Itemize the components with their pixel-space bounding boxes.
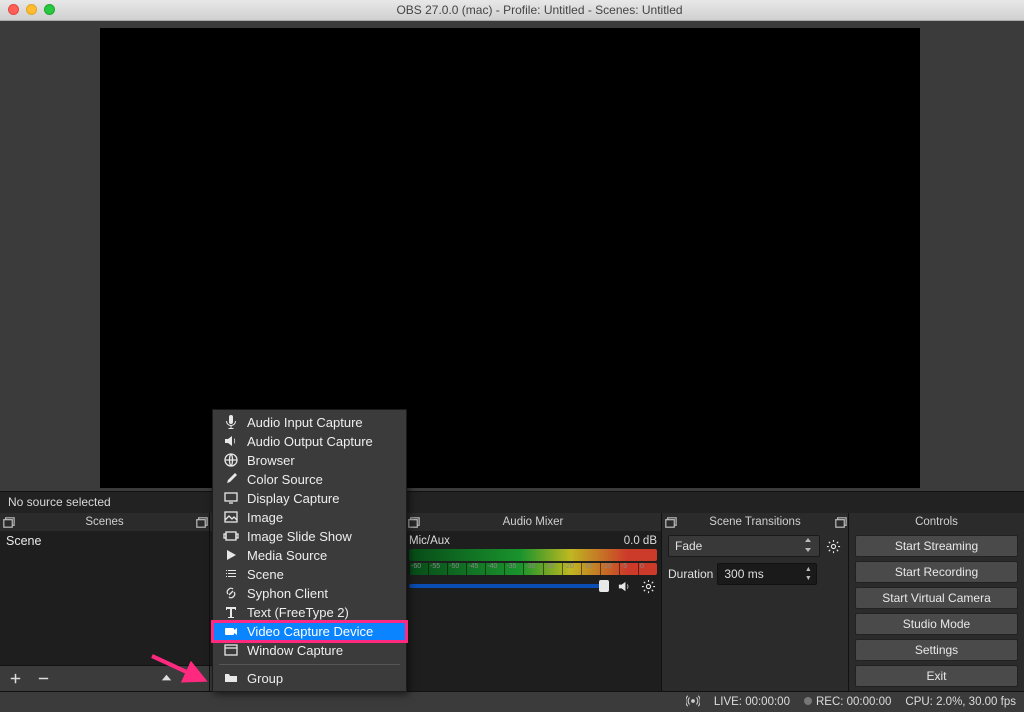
menu-item-label: Video Capture Device <box>247 624 373 639</box>
slideshow-icon <box>223 528 239 544</box>
dock-title: Controls <box>915 516 958 528</box>
add-source-context-menu: Audio Input Capture Audio Output Capture… <box>212 409 407 692</box>
minimize-window-button[interactable] <box>26 4 37 15</box>
menu-item-image[interactable]: Image <box>213 508 406 527</box>
menu-item-label: Group <box>247 671 283 686</box>
mixer-track: Mic/Aux 0.0 dB -60-55-50-45-40-35-30-25-… <box>409 533 657 595</box>
menu-item-audio-input-capture[interactable]: Audio Input Capture <box>213 413 406 432</box>
live-status: LIVE: 00:00:00 <box>714 696 790 708</box>
dock-popout-icon[interactable] <box>193 514 209 530</box>
volume-meter <box>409 549 657 561</box>
list-icon <box>223 566 239 582</box>
dock-controls: Controls Start Streaming Start Recording… <box>849 513 1024 691</box>
annotation-arrow <box>150 654 210 691</box>
add-scene-button[interactable] <box>6 670 24 688</box>
no-source-label: No source selected <box>8 495 1016 509</box>
camera-icon <box>223 623 239 639</box>
dock-popout-icon[interactable] <box>832 514 848 530</box>
dock-scene-transitions: Scene Transitions Fade <box>662 513 849 691</box>
remove-scene-button[interactable] <box>34 670 52 688</box>
transition-selected: Fade <box>675 539 702 553</box>
brush-icon <box>223 471 239 487</box>
dock-title: Audio Mixer <box>503 516 564 528</box>
status-bar: LIVE: 00:00:00 REC: 00:00:00 CPU: 2.0%, … <box>0 691 1024 712</box>
menu-item-image-slideshow[interactable]: Image Slide Show <box>213 527 406 546</box>
volume-slider[interactable] <box>409 584 609 588</box>
menu-item-video-capture-device[interactable]: Video Capture Device <box>213 622 406 641</box>
record-dot-icon <box>804 697 812 705</box>
mute-button[interactable] <box>615 577 633 595</box>
link-icon <box>223 585 239 601</box>
start-streaming-button[interactable]: Start Streaming <box>855 535 1018 557</box>
menu-item-label: Browser <box>247 453 295 468</box>
spin-up-icon[interactable]: ▲ <box>802 565 814 574</box>
menu-item-window-capture[interactable]: Window Capture <box>213 641 406 660</box>
window-icon <box>223 642 239 658</box>
globe-icon <box>223 452 239 468</box>
menu-item-display-capture[interactable]: Display Capture <box>213 489 406 508</box>
menu-item-label: Window Capture <box>247 643 343 658</box>
settings-button[interactable]: Settings <box>855 639 1018 661</box>
menu-item-label: Scene <box>247 567 284 582</box>
menu-item-label: Audio Output Capture <box>247 434 373 449</box>
close-window-button[interactable] <box>8 4 19 15</box>
menu-item-color-source[interactable]: Color Source <box>213 470 406 489</box>
rec-status: REC: 00:00:00 <box>816 696 891 708</box>
start-recording-button[interactable]: Start Recording <box>855 561 1018 583</box>
track-db: 0.0 dB <box>624 535 657 547</box>
dock-popout-icon[interactable] <box>662 514 678 530</box>
track-name: Mic/Aux <box>409 535 450 547</box>
track-settings-button[interactable] <box>639 577 657 595</box>
source-status-strip: No source selected <box>0 491 1024 514</box>
image-icon <box>223 509 239 525</box>
menu-item-audio-output-capture[interactable]: Audio Output Capture <box>213 432 406 451</box>
play-icon <box>223 547 239 563</box>
broadcast-icon <box>686 694 700 711</box>
text-icon <box>223 604 239 620</box>
menu-item-scene[interactable]: Scene <box>213 565 406 584</box>
dock-title: Scene Transitions <box>709 516 800 528</box>
titlebar: OBS 27.0.0 (mac) - Profile: Untitled - S… <box>0 0 1024 21</box>
menu-item-browser[interactable]: Browser <box>213 451 406 470</box>
transition-select[interactable]: Fade <box>668 535 820 557</box>
zoom-window-button[interactable] <box>44 4 55 15</box>
transition-properties-button[interactable] <box>824 537 842 555</box>
menu-item-label: Image Slide Show <box>247 529 352 544</box>
spin-down-icon[interactable]: ▼ <box>802 574 814 583</box>
volume-meter: -60-55-50-45-40-35-30-25-20-15-10-50 <box>409 563 657 575</box>
speaker-icon <box>223 433 239 449</box>
dock-title: Scenes <box>85 516 123 528</box>
chevron-updown-icon <box>803 538 813 555</box>
menu-item-label: Color Source <box>247 472 323 487</box>
dock-popout-icon[interactable] <box>405 514 421 530</box>
menu-item-label: Image <box>247 510 283 525</box>
scene-item[interactable]: Scene <box>0 531 209 551</box>
menu-item-label: Audio Input Capture <box>247 415 363 430</box>
menu-item-label: Media Source <box>247 548 327 563</box>
dock-popout-icon[interactable] <box>0 514 16 530</box>
menu-separator <box>219 664 400 665</box>
studio-mode-button[interactable]: Studio Mode <box>855 613 1018 635</box>
dock-audio-mixer: Audio Mixer Mic/Aux 0.0 dB -60-55-50-45-… <box>405 513 662 691</box>
window-title: OBS 27.0.0 (mac) - Profile: Untitled - S… <box>63 3 1016 17</box>
menu-item-label: Text (FreeType 2) <box>247 605 349 620</box>
menu-item-label: Syphon Client <box>247 586 328 601</box>
cpu-status: CPU: 2.0%, 30.00 fps <box>905 696 1016 708</box>
duration-label: Duration <box>668 567 713 581</box>
display-icon <box>223 490 239 506</box>
menu-item-syphon-client[interactable]: Syphon Client <box>213 584 406 603</box>
menu-item-group[interactable]: Group <box>213 669 406 688</box>
scenes-list[interactable]: Scene <box>0 531 209 665</box>
duration-value: 300 ms <box>724 567 763 581</box>
duration-spinbox[interactable]: 300 ms ▲ ▼ <box>717 563 817 585</box>
mic-icon <box>223 414 239 430</box>
exit-button[interactable]: Exit <box>855 665 1018 687</box>
menu-item-text[interactable]: Text (FreeType 2) <box>213 603 406 622</box>
preview-area: Audio Input Capture Audio Output Capture… <box>0 21 1024 491</box>
menu-item-media-source[interactable]: Media Source <box>213 546 406 565</box>
folder-icon <box>223 670 239 686</box>
start-virtual-camera-button[interactable]: Start Virtual Camera <box>855 587 1018 609</box>
menu-item-label: Display Capture <box>247 491 340 506</box>
